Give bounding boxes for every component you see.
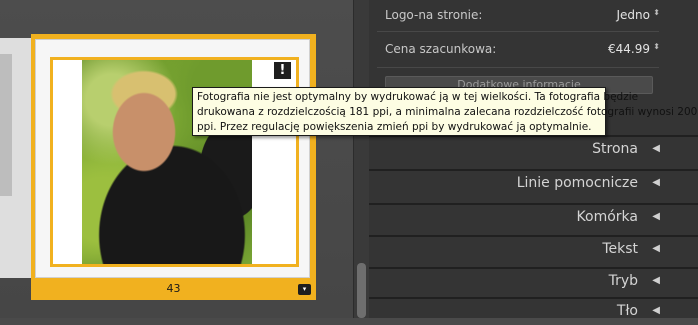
warning-icon[interactable]: ! (274, 62, 291, 79)
tooltip-line: Fotografia nie jest optymalny by wydruko… (197, 91, 639, 103)
page-menu-button[interactable]: ▾ (298, 284, 311, 295)
divider (377, 31, 659, 32)
section-label: Tło (616, 303, 638, 319)
divider (377, 67, 659, 68)
scrollbar-thumb[interactable] (357, 263, 366, 318)
collapse-arrow-icon[interactable]: ◀ (652, 275, 660, 286)
page-paper[interactable]: ! (35, 39, 310, 278)
logo-stepper-icon[interactable]: ⬍ (653, 9, 660, 17)
section-komorka[interactable]: Komórka ◀ (369, 203, 698, 231)
section-label: Strona (592, 141, 638, 157)
section-label: Tryb (608, 273, 638, 289)
section-tekst[interactable]: Tekst ◀ (369, 235, 698, 263)
section-label: Linie pomocnicze (516, 175, 638, 191)
section-linie-pomocnicze[interactable]: Linie pomocnicze ◀ (369, 169, 698, 197)
collapse-arrow-icon[interactable]: ◀ (652, 211, 660, 222)
page-number: 43 (166, 282, 181, 295)
section-tryb[interactable]: Tryb ◀ (369, 267, 698, 295)
collapse-arrow-icon[interactable]: ◀ (652, 305, 660, 316)
book-canvas: ! 43 ▾ (0, 0, 353, 318)
canvas-scrollbar[interactable] (353, 0, 369, 318)
tooltip-line: drukowana z rozdzielczością 181 ppi, a m… (197, 106, 698, 118)
price-row[interactable]: Cena szacunkowa: €44.99 ⬍ (369, 34, 698, 64)
section-strona[interactable]: Strona ◀ (369, 135, 698, 163)
logo-row[interactable]: Logo-na stronie: Jedno ⬍ (369, 0, 698, 30)
logo-value[interactable]: Jedno (617, 8, 651, 22)
collapse-arrow-icon[interactable]: ◀ (652, 177, 660, 188)
selected-page-frame[interactable]: ! 43 ▾ (31, 34, 316, 300)
collapse-arrow-icon[interactable]: ◀ (652, 143, 660, 154)
price-value[interactable]: €44.99 (608, 42, 650, 56)
section-tlo[interactable]: Tło ◀ (369, 297, 698, 325)
logo-label: Logo-na stronie: (385, 8, 483, 22)
price-label: Cena szacunkowa: (385, 42, 497, 56)
settings-panel: Logo-na stronie: Jedno ⬍ Cena szacunkowa… (369, 0, 698, 319)
collapse-arrow-icon[interactable]: ◀ (652, 243, 660, 254)
section-label: Komórka (576, 209, 638, 225)
previous-page-photo-cell[interactable] (0, 54, 12, 196)
tooltip-line: ppi. Przez regulację powiększenia zmień … (197, 121, 592, 133)
resolution-warning-tooltip: Fotografia nie jest optymalny by wydruko… (192, 87, 698, 136)
price-stepper-icon[interactable]: ⬍ (653, 43, 660, 51)
previous-page[interactable] (0, 38, 34, 278)
section-label: Tekst (602, 241, 638, 257)
